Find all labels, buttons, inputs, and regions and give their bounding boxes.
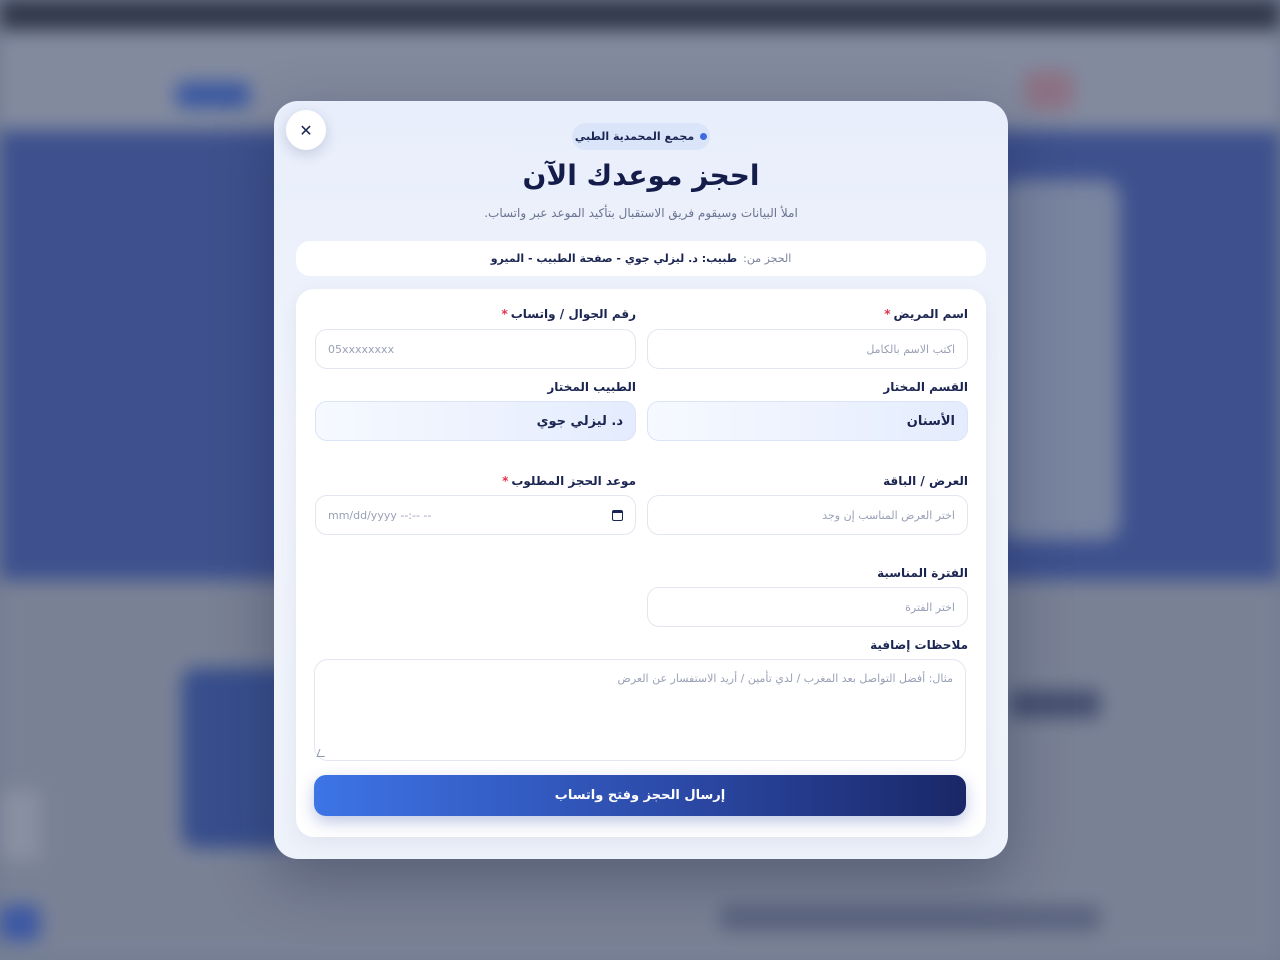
required-mark: * [501, 307, 508, 321]
booking-source-value: طبيب: د. ليزلي جوي - صفحة الطبيب - المير… [490, 252, 738, 265]
modal-title: احجز موعدك الآن [522, 159, 760, 192]
resize-handle-icon[interactable] [316, 749, 328, 757]
patient-name-label-text: اسم المريض [893, 307, 968, 321]
phone-input[interactable]: 05xxxxxxxx [315, 329, 636, 369]
clinic-badge-label: مجمع المحمدية الطبي [574, 130, 695, 143]
date-placeholder: mm/dd/yyyy --:-- -- [328, 508, 432, 522]
phone-placeholder: 05xxxxxxxx [328, 342, 395, 356]
required-mark: * [884, 307, 891, 321]
booking-form: اسم المريض* اكتب الاسم بالكامل رقم الجوا… [296, 289, 986, 837]
patient-name-label: اسم المريض* [884, 307, 968, 321]
required-mark: * [502, 474, 509, 488]
period-select[interactable]: اختر الفترة [647, 587, 968, 627]
booking-source-label: الحجز من: [743, 252, 792, 265]
period-label: الفترة المناسبة [877, 566, 968, 580]
submit-button[interactable]: إرسال الحجز وفتح واتساب [314, 775, 966, 816]
doctor-value: د. ليزلي جوي [536, 413, 623, 429]
phone-label-text: رقم الجوال / واتساب [510, 307, 636, 321]
booking-modal: ✕ مجمع المحمدية الطبي احجز موعدك الآن ام… [274, 101, 1008, 859]
doctor-field[interactable]: د. ليزلي جوي [315, 401, 636, 441]
date-input[interactable]: mm/dd/yyyy --:-- -- [315, 495, 636, 535]
calendar-icon[interactable] [612, 509, 623, 521]
offer-label: العرض / الباقة [883, 474, 968, 488]
department-value: الأسنان [906, 413, 955, 429]
modal-subtitle: املأ البيانات وسيقوم فريق الاستقبال بتأك… [484, 206, 798, 220]
close-icon: ✕ [299, 120, 313, 140]
department-label: القسم المختار [883, 380, 968, 394]
patient-name-input[interactable]: اكتب الاسم بالكامل [647, 329, 968, 369]
patient-name-placeholder: اكتب الاسم بالكامل [866, 342, 955, 356]
offer-placeholder: اختر العرض المناسب إن وجد [822, 508, 955, 522]
department-field[interactable]: الأسنان [647, 401, 968, 441]
date-label-text: موعد الحجز المطلوب [511, 474, 636, 488]
booking-source-bar: الحجز من: طبيب: د. ليزلي جوي - صفحة الطب… [296, 241, 986, 276]
period-placeholder: اختر الفترة [905, 600, 955, 614]
clinic-badge: مجمع المحمدية الطبي [572, 123, 710, 150]
offer-select[interactable]: اختر العرض المناسب إن وجد [647, 495, 968, 535]
badge-dot-icon [700, 133, 708, 140]
notes-placeholder: مثال: أفضل التواصل بعد المغرب / لدي تأمي… [617, 672, 953, 685]
close-button[interactable]: ✕ [286, 110, 326, 150]
doctor-label: الطبيب المختار [547, 380, 636, 394]
notes-label: ملاحظات إضافية [870, 638, 968, 652]
date-label: موعد الحجز المطلوب* [502, 474, 636, 488]
notes-textarea[interactable]: مثال: أفضل التواصل بعد المغرب / لدي تأمي… [314, 659, 966, 761]
phone-label: رقم الجوال / واتساب* [501, 307, 636, 321]
